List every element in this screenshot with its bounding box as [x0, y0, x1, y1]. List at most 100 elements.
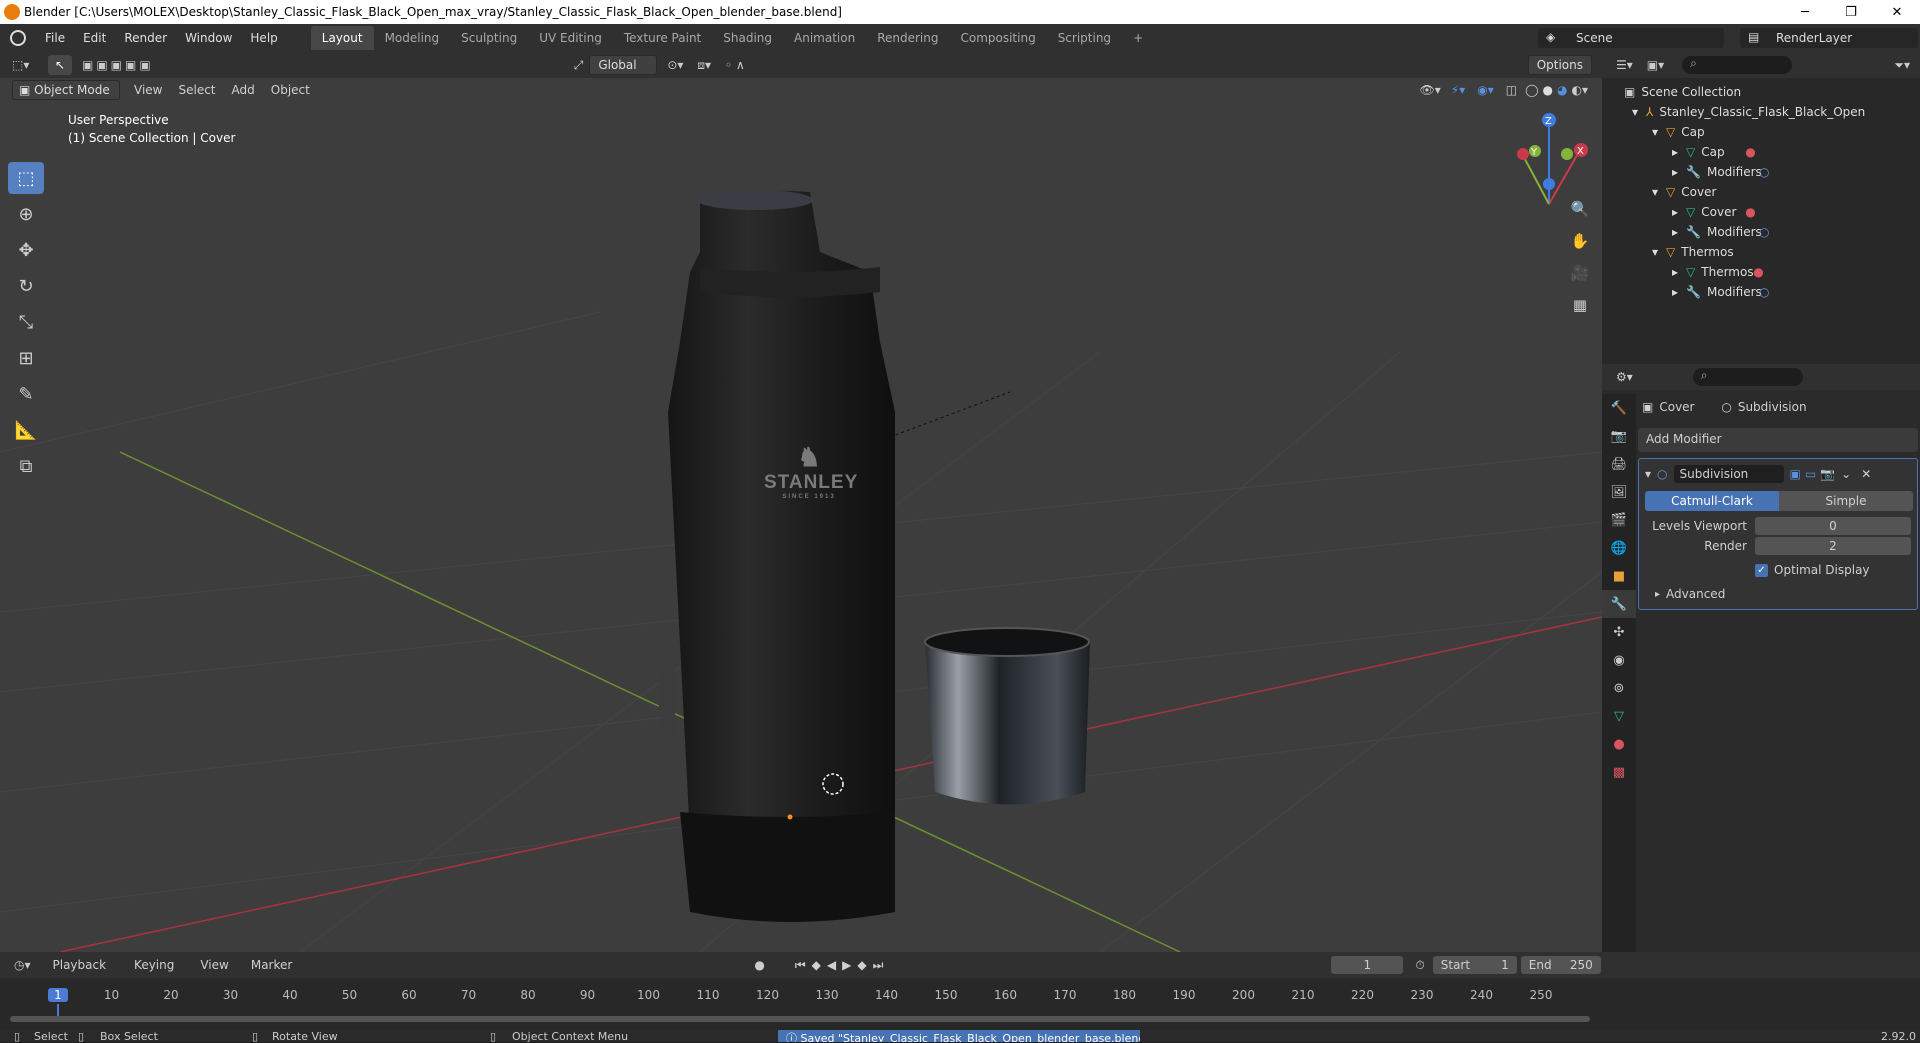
- tab-sculpting[interactable]: Sculpting: [450, 26, 528, 50]
- modifier-tab-icon[interactable]: 🔧: [1602, 590, 1636, 618]
- catmull-clark-button[interactable]: Catmull-Clark: [1645, 491, 1779, 511]
- expand-arrow-icon[interactable]: ▾: [1652, 185, 1658, 199]
- rotate-tool[interactable]: ↻: [8, 270, 44, 302]
- jump-start-icon[interactable]: ⏮: [795, 958, 806, 973]
- select-mode-icons[interactable]: ▣▣▣▣▣: [82, 58, 154, 72]
- menu-file[interactable]: File: [36, 31, 74, 45]
- visibility-icon[interactable]: 👁▾: [1420, 83, 1441, 97]
- timeline-editor-icon[interactable]: ◷▾: [14, 958, 31, 972]
- data-tab-icon[interactable]: ▽: [1602, 702, 1636, 730]
- maximize-button[interactable]: ❐: [1828, 0, 1874, 24]
- menu-keying[interactable]: Keying: [134, 958, 174, 972]
- expand-arrow-icon[interactable]: ▾: [1652, 245, 1658, 259]
- menu-edit[interactable]: Edit: [74, 31, 115, 45]
- outliner-modifiers-thermos[interactable]: ▸ 🔧 Modifiers ○: [1624, 282, 1920, 302]
- tab-compositing[interactable]: Compositing: [949, 26, 1046, 50]
- collapse-arrow-icon[interactable]: ▸: [1672, 165, 1678, 179]
- scale-tool[interactable]: ⤡: [8, 306, 44, 338]
- advanced-subpanel[interactable]: ▸ Advanced: [1639, 587, 1917, 601]
- next-keyframe-icon[interactable]: ◆: [857, 958, 866, 972]
- render-layer-selector[interactable]: ▤ RenderLayer: [1740, 28, 1918, 48]
- scene-tab-icon[interactable]: 🎬: [1602, 506, 1636, 534]
- particles-tab-icon[interactable]: ✣: [1602, 618, 1636, 646]
- collapse-arrow-icon[interactable]: ▸: [1672, 145, 1678, 159]
- outliner-item-cap[interactable]: ▾ ▽ Cap: [1624, 122, 1920, 142]
- gizmo-toggle-icon[interactable]: ⚡▾: [1451, 83, 1465, 97]
- constraints-tab-icon[interactable]: ⊚: [1602, 674, 1636, 702]
- outliner-item-thermos[interactable]: ▾ ▽ Thermos: [1624, 242, 1920, 262]
- transform-orientation-dropdown[interactable]: Global: [589, 55, 658, 75]
- menu-view[interactable]: View: [134, 83, 162, 97]
- simple-button[interactable]: Simple: [1779, 491, 1913, 511]
- outliner-search-input[interactable]: ⌕: [1682, 56, 1793, 74]
- collection-row[interactable]: ▾ ⅄ Stanley_Classic_Flask_Black_Open: [1624, 102, 1920, 122]
- snap-icon[interactable]: ⧈▾: [697, 58, 711, 73]
- tab-modeling[interactable]: Modeling: [374, 26, 451, 50]
- rendered-shading-icon[interactable]: ◐▾: [1572, 83, 1589, 97]
- world-tab-icon[interactable]: 🌐: [1602, 534, 1636, 562]
- viewport-toggle-icon[interactable]: ▭: [1805, 467, 1816, 481]
- menu-select[interactable]: Select: [178, 83, 215, 97]
- pan-hand-icon[interactable]: ✋: [1567, 228, 1593, 254]
- outliner-mesh-cap[interactable]: ▸ ▽ Cap ●: [1624, 142, 1920, 162]
- outliner-modifiers-cap[interactable]: ▸ 🔧 Modifiers ○: [1624, 162, 1920, 182]
- collapse-panel-icon[interactable]: ▾: [1645, 467, 1651, 481]
- zoom-icon[interactable]: 🔍: [1567, 196, 1593, 222]
- menu-playback[interactable]: Playback: [53, 958, 107, 972]
- material-tab-icon[interactable]: ●: [1602, 730, 1636, 758]
- menu-add[interactable]: Add: [232, 83, 255, 97]
- mode-dropdown[interactable]: ▣ Object Mode: [12, 80, 120, 100]
- menu-marker[interactable]: Marker: [251, 958, 292, 972]
- add-cube-tool[interactable]: ⧉: [8, 450, 44, 482]
- output-tab-icon[interactable]: 🖨: [1602, 450, 1636, 478]
- view-layer-tab-icon[interactable]: 🖼: [1602, 478, 1636, 506]
- move-tool[interactable]: ✥: [8, 234, 44, 266]
- cup-model[interactable]: [924, 627, 1090, 805]
- measure-tool[interactable]: 📐: [8, 414, 44, 446]
- add-modifier-button[interactable]: Add Modifier: [1638, 428, 1918, 452]
- play-reverse-icon[interactable]: ◀: [827, 958, 836, 972]
- jump-end-icon[interactable]: ⏭: [873, 958, 884, 973]
- collapse-arrow-icon[interactable]: ▸: [1672, 285, 1678, 299]
- camera-icon[interactable]: 🎥: [1567, 260, 1593, 286]
- thermos-model[interactable]: [658, 190, 895, 922]
- start-frame-field[interactable]: Start 1: [1432, 956, 1517, 974]
- minimize-button[interactable]: ─: [1782, 0, 1828, 24]
- collapse-arrow-icon[interactable]: ▸: [1672, 205, 1678, 219]
- outliner-modifiers-cover[interactable]: ▸ 🔧 Modifiers ○: [1624, 222, 1920, 242]
- current-frame-field[interactable]: 1: [1331, 956, 1404, 974]
- play-icon[interactable]: ▶: [842, 958, 851, 972]
- cursor-tool[interactable]: ⊕: [8, 198, 44, 230]
- optimal-display-checkbox[interactable]: ✓: [1755, 563, 1768, 577]
- outliner-editor-icon[interactable]: ☰▾: [1616, 58, 1633, 72]
- outliner-mesh-thermos[interactable]: ▸ ▽ Thermos ●: [1624, 262, 1920, 282]
- timeline-scrollbar[interactable]: [10, 1016, 1590, 1022]
- editor-type-icon[interactable]: ⬚▾: [12, 58, 38, 72]
- tab-scripting[interactable]: Scripting: [1047, 26, 1122, 50]
- xray-icon[interactable]: ◫: [1506, 83, 1517, 97]
- properties-search-input[interactable]: ⌕: [1692, 368, 1803, 386]
- scene-selector[interactable]: ◈ Scene: [1538, 28, 1724, 48]
- annotate-tool[interactable]: ✎: [8, 378, 44, 410]
- texture-tab-icon[interactable]: ▩: [1602, 758, 1636, 786]
- menu-window[interactable]: Window: [176, 31, 241, 45]
- expand-arrow-icon[interactable]: ▾: [1632, 105, 1638, 119]
- proportional-edit-icon[interactable]: ◦ ∧: [725, 58, 745, 72]
- physics-tab-icon[interactable]: ◉: [1602, 646, 1636, 674]
- properties-editor-icon[interactable]: ⚙▾: [1616, 370, 1633, 384]
- expand-arrow-icon[interactable]: ▾: [1652, 125, 1658, 139]
- material-shading-icon[interactable]: ◕: [1557, 83, 1567, 97]
- ortho-grid-icon[interactable]: ▦: [1567, 292, 1593, 318]
- filter-icon[interactable]: ⏷▾: [1894, 58, 1910, 73]
- close-button[interactable]: ✕: [1874, 0, 1920, 24]
- modifier-name-field[interactable]: Subdivision: [1673, 465, 1784, 483]
- collapse-arrow-icon[interactable]: ▸: [1672, 265, 1678, 279]
- select-box-tool[interactable]: ⬚: [8, 162, 44, 194]
- tab-animation[interactable]: Animation: [783, 26, 866, 50]
- add-workspace-button[interactable]: +: [1122, 26, 1154, 50]
- menu-object[interactable]: Object: [271, 83, 310, 97]
- blender-menu-icon[interactable]: [10, 30, 26, 46]
- tool-tab-icon[interactable]: 🔨: [1602, 394, 1636, 422]
- wireframe-shading-icon[interactable]: ◯: [1525, 83, 1538, 97]
- 3d-viewport[interactable]: Z X Y ♞ STANLEY SINCE 1913 ⬚▾ ↖ ▣▣▣▣▣ ⤢ …: [0, 52, 1602, 952]
